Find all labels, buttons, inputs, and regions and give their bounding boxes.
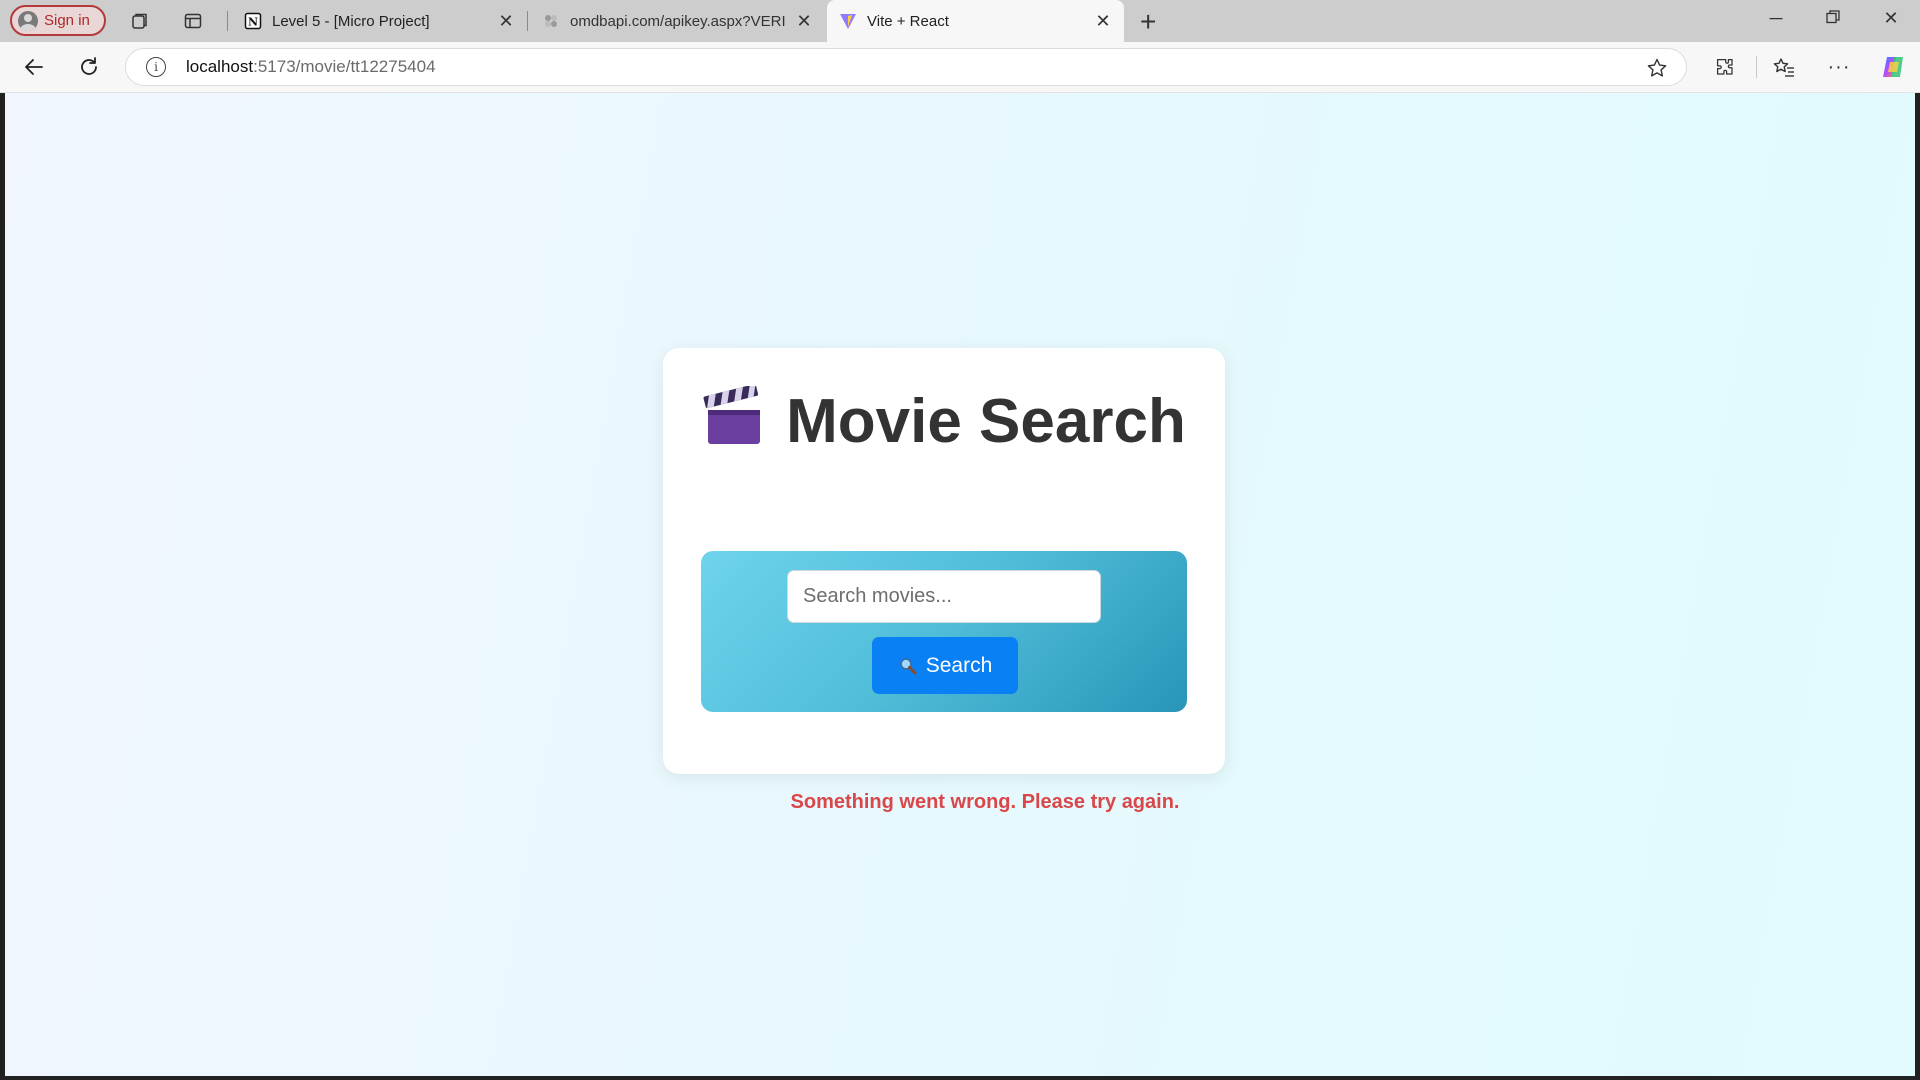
tab-separator — [227, 11, 228, 31]
url-host: localhost — [186, 57, 254, 76]
refresh-icon[interactable] — [76, 54, 102, 80]
vertical-tabs-icon[interactable] — [181, 9, 205, 33]
search-panel: Search — [701, 551, 1187, 712]
copilot-icon[interactable] — [1880, 54, 1906, 80]
search-button-label: Search — [925, 653, 993, 677]
vite-icon — [839, 12, 857, 30]
error-message: Something went wrong. Please try again. — [790, 791, 1180, 813]
tab-title: omdbapi.com/apikey.aspx?VERIFY — [570, 12, 785, 30]
page-viewport: Movie Search Search Something went wrong… — [5, 93, 1915, 1076]
svg-text:N: N — [248, 16, 258, 29]
workspaces-icon[interactable] — [128, 9, 152, 33]
magnifier-icon — [899, 657, 917, 674]
toolbar-separator — [1756, 56, 1757, 78]
page-title: Movie Search — [663, 383, 1225, 458]
sign-in-label: Sign in — [44, 12, 90, 29]
title-text: Movie Search — [786, 387, 1186, 456]
browser-titlebar: Sign in N Level 5 - [Micro Project] ✕ om… — [0, 0, 1920, 42]
omdb-icon — [542, 12, 560, 30]
sign-in-button[interactable]: Sign in — [10, 5, 106, 36]
tab-separator — [527, 11, 528, 31]
notion-icon: N — [244, 12, 262, 30]
browser-navbar: i localhost:5173/movie/tt12275404 ··· — [0, 42, 1920, 93]
tab-title: Vite + React — [867, 12, 949, 30]
close-tab-icon[interactable]: ✕ — [795, 11, 813, 32]
close-window-icon[interactable]: ✕ — [1876, 8, 1906, 29]
tab-title: Level 5 - [Micro Project] — [272, 12, 430, 30]
close-tab-icon[interactable]: ✕ — [1094, 11, 1112, 32]
extensions-icon[interactable] — [1712, 54, 1738, 80]
restore-icon[interactable] — [1818, 8, 1848, 29]
favorite-star-icon[interactable] — [1646, 57, 1668, 84]
search-card: Movie Search Search — [663, 348, 1225, 774]
window-bottom-border — [0, 1076, 1920, 1080]
new-tab-icon[interactable]: + — [1140, 6, 1156, 38]
back-arrow-icon[interactable] — [21, 54, 47, 80]
tab-omdbapi[interactable]: omdbapi.com/apikey.aspx?VERIFY ✕ — [530, 0, 825, 42]
address-bar[interactable]: i localhost:5173/movie/tt12275404 — [125, 48, 1687, 86]
url-path: :5173/movie/tt12275404 — [253, 57, 436, 76]
tab-vite-react[interactable]: Vite + React ✕ — [827, 0, 1124, 42]
favorites-icon[interactable] — [1771, 54, 1797, 80]
site-info-icon[interactable]: i — [146, 57, 166, 77]
minimize-icon[interactable]: ─ — [1761, 8, 1791, 29]
search-input[interactable] — [787, 570, 1101, 623]
tab-level5[interactable]: N Level 5 - [Micro Project] ✕ — [232, 0, 527, 42]
close-tab-icon[interactable]: ✕ — [497, 11, 515, 32]
profile-avatar-icon — [18, 10, 38, 31]
url-text[interactable]: localhost:5173/movie/tt12275404 — [186, 57, 436, 77]
more-options-icon[interactable]: ··· — [1826, 54, 1852, 80]
clapperboard-icon — [702, 383, 764, 448]
search-button[interactable]: Search — [872, 637, 1018, 694]
